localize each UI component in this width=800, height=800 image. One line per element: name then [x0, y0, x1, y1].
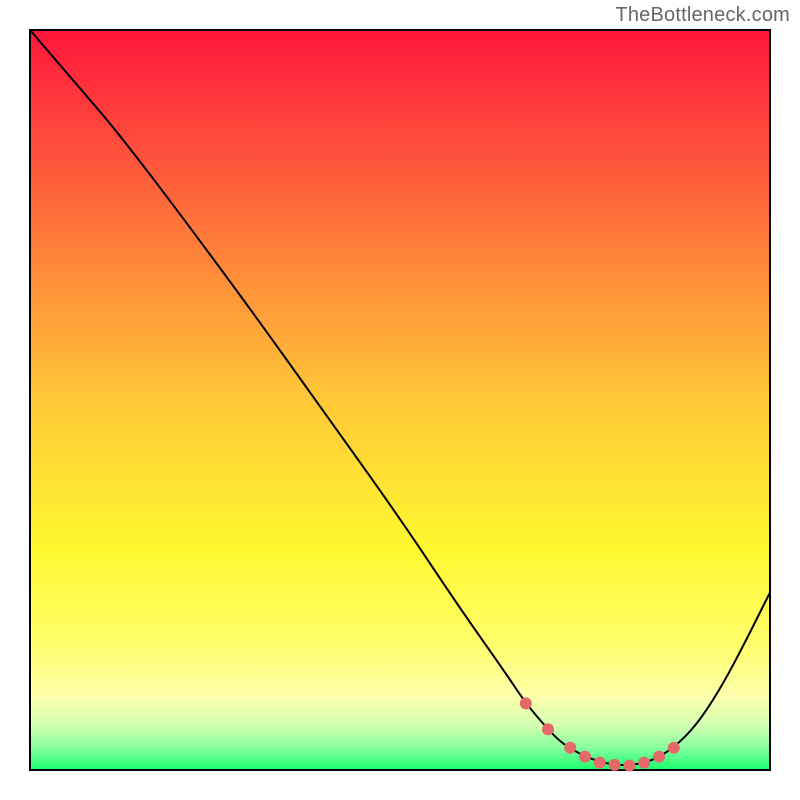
marker-dot — [638, 757, 650, 769]
marker-dot — [653, 751, 665, 763]
marker-dot — [579, 751, 591, 763]
marker-dot — [564, 742, 576, 754]
marker-dot — [594, 757, 606, 769]
chart-container: { "watermark": "TheBottleneck.com", "cha… — [0, 0, 800, 800]
marker-dot — [668, 742, 680, 754]
marker-dot — [520, 697, 532, 709]
marker-dot — [609, 759, 621, 771]
marker-dot — [542, 723, 554, 735]
watermark-text: TheBottleneck.com — [615, 4, 790, 27]
plot-background — [30, 30, 770, 770]
marker-dot — [623, 760, 635, 772]
chart-svg — [0, 0, 800, 800]
